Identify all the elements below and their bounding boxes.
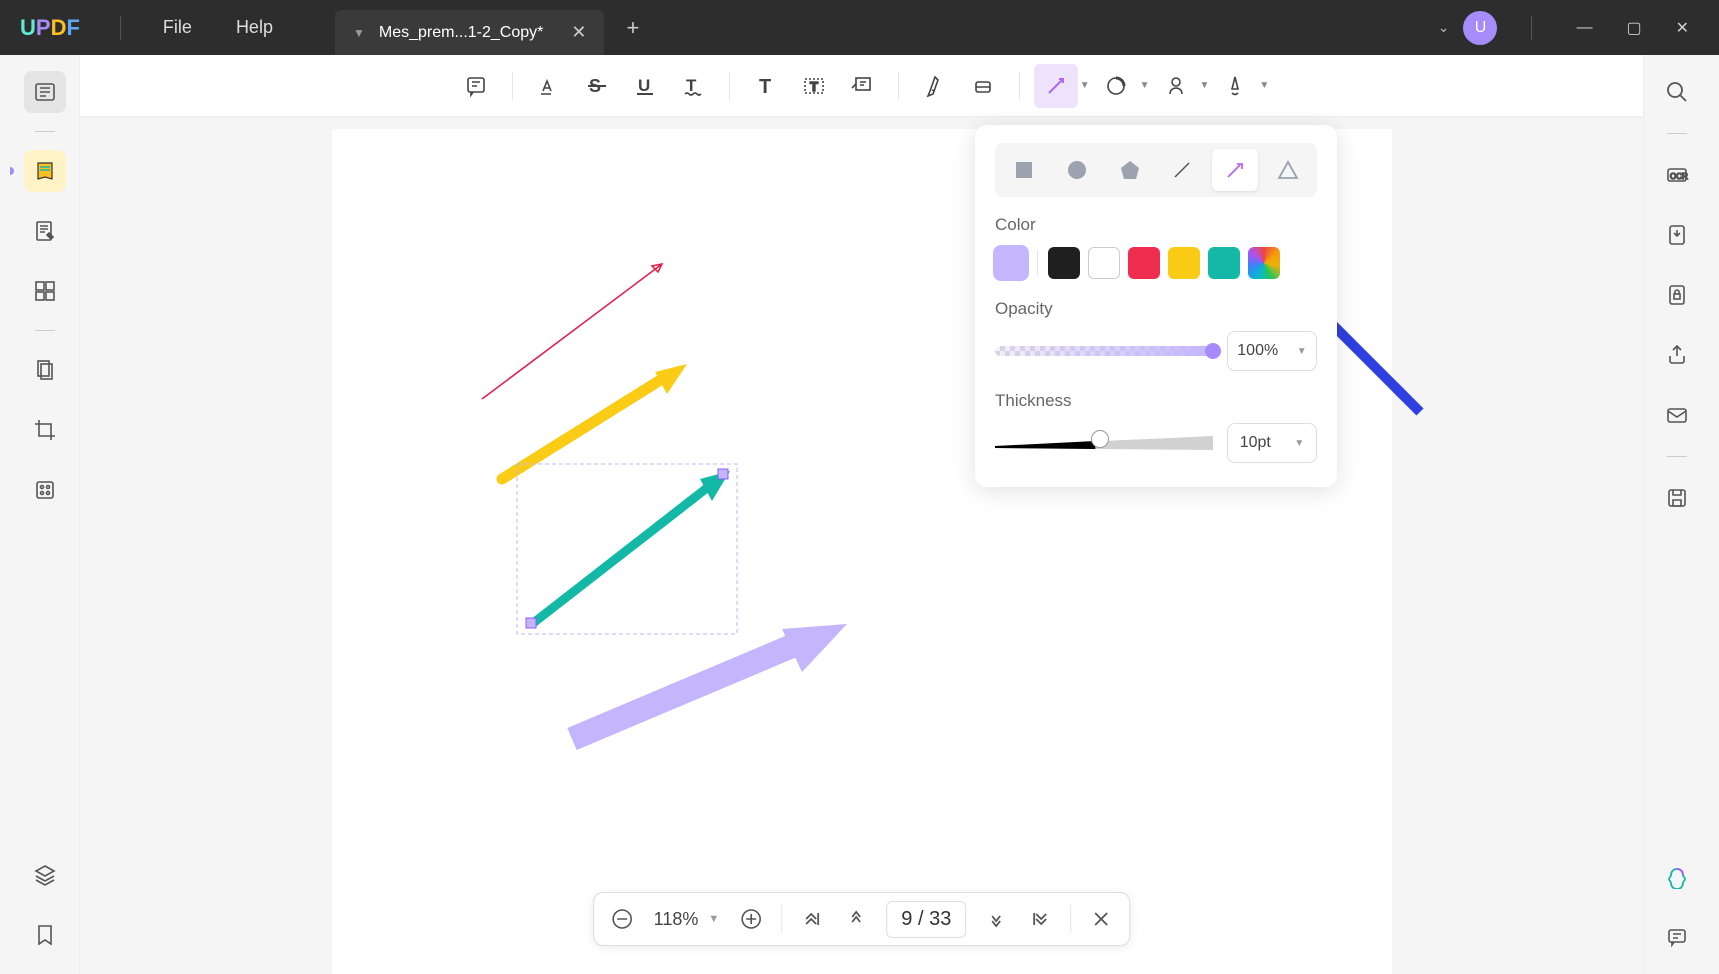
close-bar-button[interactable]: [1081, 899, 1121, 939]
app-logo: UPDF: [20, 15, 80, 41]
rail-organize-button[interactable]: [24, 270, 66, 312]
page-indicator[interactable]: 9 / 33: [886, 901, 966, 938]
shape-circle[interactable]: [1054, 149, 1100, 191]
tool-signature[interactable]: [1213, 64, 1257, 108]
menu-help[interactable]: Help: [214, 17, 295, 38]
right-rail: OCR: [1643, 55, 1709, 974]
shape-pentagon[interactable]: [1107, 149, 1153, 191]
color-yellow[interactable]: [1168, 247, 1200, 279]
save-button[interactable]: [1658, 479, 1696, 517]
last-page-button[interactable]: [1020, 899, 1060, 939]
tool-eraser[interactable]: [961, 64, 1005, 108]
opacity-value[interactable]: 100%▼: [1227, 331, 1317, 371]
shape-properties-popup: Color Opacity 100%▼ Thickness: [975, 125, 1337, 487]
svg-text:U: U: [638, 76, 650, 95]
maximize-button[interactable]: ▢: [1616, 14, 1651, 42]
convert-button[interactable]: [1658, 216, 1696, 254]
first-page-button[interactable]: [792, 899, 832, 939]
share-button[interactable]: [1658, 336, 1696, 374]
tool-stamp[interactable]: [1094, 64, 1138, 108]
color-rainbow[interactable]: [1248, 247, 1280, 279]
canvas-arrow-purple[interactable]: [557, 614, 857, 754]
rail-layers-button[interactable]: [24, 854, 66, 896]
tool-callout[interactable]: [840, 64, 884, 108]
canvas-area: [80, 117, 1643, 974]
rail-pages-button[interactable]: [24, 349, 66, 391]
thickness-label: Thickness: [995, 391, 1317, 411]
shape-picker: [995, 143, 1317, 197]
rail-reader-button[interactable]: [24, 71, 66, 113]
color-red[interactable]: [1128, 247, 1160, 279]
rail-edit-button[interactable]: [24, 210, 66, 252]
annotation-toolbar: S U T T T ▼ ▼ ▼ ▼: [80, 55, 1643, 117]
tool-strikethrough[interactable]: S: [575, 64, 619, 108]
tab-dropdown-icon[interactable]: ▼: [353, 26, 365, 40]
chevron-down-icon[interactable]: ▼: [1140, 80, 1150, 91]
color-purple[interactable]: [995, 247, 1027, 279]
zoom-level[interactable]: 118%▼: [646, 909, 728, 930]
tab-close-icon[interactable]: ✕: [571, 22, 586, 43]
protect-button[interactable]: [1658, 276, 1696, 314]
opacity-slider[interactable]: [995, 346, 1213, 356]
zoom-in-button[interactable]: [731, 899, 771, 939]
shape-line[interactable]: [1159, 149, 1205, 191]
ai-button[interactable]: [1658, 858, 1696, 896]
svg-text:OCR: OCR: [1670, 172, 1688, 181]
thickness-value[interactable]: 10pt▼: [1227, 423, 1317, 463]
tool-textbox[interactable]: T: [792, 64, 836, 108]
tool-underline[interactable]: U: [623, 64, 667, 108]
shape-rectangle[interactable]: [1001, 149, 1047, 191]
chat-button[interactable]: [1658, 918, 1696, 956]
color-teal[interactable]: [1208, 247, 1240, 279]
svg-text:T: T: [759, 76, 771, 98]
zoom-out-button[interactable]: [602, 899, 642, 939]
rail-tools-button[interactable]: [24, 469, 66, 511]
chevron-down-icon[interactable]: ▼: [1259, 80, 1269, 91]
rail-comment-button[interactable]: [24, 150, 66, 192]
tool-note[interactable]: [454, 64, 498, 108]
color-label: Color: [995, 215, 1317, 235]
ocr-button[interactable]: OCR: [1658, 156, 1696, 194]
document-tab[interactable]: ▼ Mes_prem...1-2_Copy* ✕: [335, 10, 605, 55]
svg-text:T: T: [686, 76, 697, 95]
page-navigation-bar: 118%▼ 9 / 33: [593, 892, 1131, 946]
divider: [120, 16, 121, 40]
next-page-button[interactable]: [976, 899, 1016, 939]
tool-squiggly[interactable]: T: [671, 64, 715, 108]
titlebar: UPDF File Help ▼ Mes_prem...1-2_Copy* ✕ …: [0, 0, 1719, 55]
shape-triangle[interactable]: [1265, 149, 1311, 191]
menu-file[interactable]: File: [141, 17, 214, 38]
tool-highlight[interactable]: [527, 64, 571, 108]
color-white[interactable]: [1088, 247, 1120, 279]
user-avatar[interactable]: U: [1463, 11, 1497, 45]
tab-title: Mes_prem...1-2_Copy*: [379, 24, 544, 42]
prev-page-button[interactable]: [836, 899, 876, 939]
opacity-label: Opacity: [995, 299, 1317, 319]
main-area: S U T T T ▼ ▼ ▼ ▼: [80, 55, 1643, 974]
thickness-slider[interactable]: [995, 436, 1213, 450]
chevron-down-icon[interactable]: ▼: [1200, 80, 1210, 91]
canvas-arrow-teal-selected[interactable]: [512, 459, 752, 639]
new-tab-button[interactable]: +: [626, 15, 639, 41]
chevron-down-icon[interactable]: ⌄: [1438, 19, 1450, 36]
rail-crop-button[interactable]: [24, 409, 66, 451]
shape-arrow[interactable]: [1212, 149, 1258, 191]
svg-text:T: T: [810, 79, 818, 94]
close-window-button[interactable]: ✕: [1666, 14, 1699, 42]
rail-bookmark-button[interactable]: [24, 914, 66, 956]
left-rail: [10, 55, 80, 974]
tool-text[interactable]: T: [744, 64, 788, 108]
tool-shapes[interactable]: [1034, 64, 1078, 108]
tool-pencil[interactable]: [913, 64, 957, 108]
color-black[interactable]: [1048, 247, 1080, 279]
minimize-button[interactable]: —: [1566, 15, 1602, 41]
tool-sticker[interactable]: [1154, 64, 1198, 108]
email-button[interactable]: [1658, 396, 1696, 434]
chevron-down-icon[interactable]: ▼: [1080, 80, 1090, 91]
search-button[interactable]: [1658, 73, 1696, 111]
